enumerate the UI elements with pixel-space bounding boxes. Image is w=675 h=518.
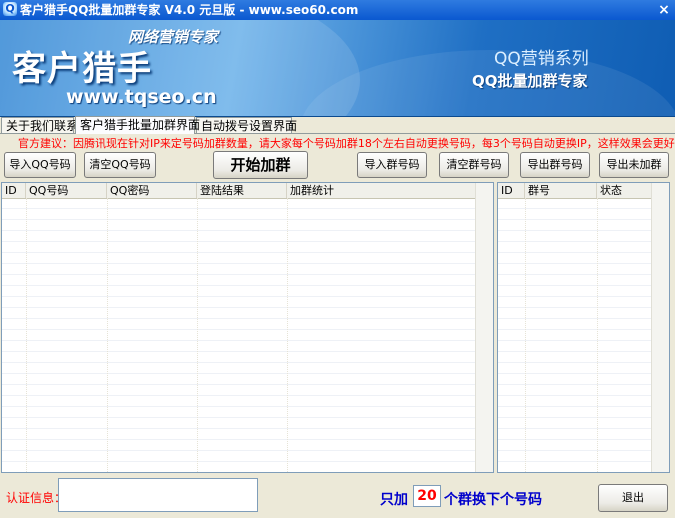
banner-subtitle: 网络营销专家 xyxy=(128,28,219,46)
close-icon[interactable]: × xyxy=(657,3,671,17)
group-table-rows xyxy=(498,198,669,472)
group-table[interactable]: ID 群号 状态 xyxy=(497,182,670,473)
group-table-scrollbar[interactable] xyxy=(651,183,669,472)
col-id[interactable]: ID xyxy=(2,183,26,198)
col-group-status[interactable]: 状态 xyxy=(597,183,653,198)
switch-suffix-label: 个群换下个号码 xyxy=(444,492,542,508)
qq-account-table[interactable]: ID QQ号码 QQ密码 登陆结果 加群统计 xyxy=(1,182,494,473)
export-unjoined-button[interactable]: 导出未加群 xyxy=(599,152,669,178)
tab-strip: 关于我们联系 客户猎手批量加群界面 自动拨号设置界面 xyxy=(0,116,675,134)
col-qq-number[interactable]: QQ号码 xyxy=(26,183,107,198)
col-group-id[interactable]: ID xyxy=(498,183,525,198)
import-qq-button[interactable]: 导入QQ号码 xyxy=(4,152,76,178)
clear-group-button[interactable]: 清空群号码 xyxy=(439,152,509,178)
qq-table-header: ID QQ号码 QQ密码 登陆结果 加群统计 xyxy=(2,183,493,199)
tab-about[interactable]: 关于我们联系 xyxy=(1,117,78,133)
official-advice: 官方建议：因腾讯现在针对IP来定号码加群数量，请大家每个号码加群18个左右自动更… xyxy=(18,137,675,150)
auth-info-input[interactable] xyxy=(58,478,258,512)
tab-batch-join[interactable]: 客户猎手批量加群界面 xyxy=(75,116,200,134)
batch-join-panel: 官方建议：因腾讯现在针对IP来定号码加群数量，请大家每个号码加群18个左右自动更… xyxy=(0,133,675,518)
col-divider xyxy=(597,198,598,472)
col-divider xyxy=(197,198,198,472)
col-qq-password[interactable]: QQ密码 xyxy=(107,183,197,198)
title-bar[interactable]: Q 客户猎手QQ批量加群专家 V4.0 元旦版 - www.seo60.com … xyxy=(0,0,675,21)
col-divider xyxy=(107,198,108,472)
banner-url: www.tqseo.cn xyxy=(66,86,217,108)
start-join-button[interactable]: 开始加群 xyxy=(213,151,308,179)
window-title: 客户猎手QQ批量加群专家 V4.0 元旦版 - www.seo60.com xyxy=(20,3,359,17)
import-group-button[interactable]: 导入群号码 xyxy=(357,152,427,178)
app-icon: Q xyxy=(3,2,17,16)
banner: 网络营销专家 客户猎手 www.tqseo.cn QQ营销系列 QQ批量加群专家 xyxy=(0,20,675,117)
exit-button[interactable]: 退出 xyxy=(598,484,668,512)
main-window: Q 客户猎手QQ批量加群专家 V4.0 元旦版 - www.seo60.com … xyxy=(0,0,675,518)
group-table-header: ID 群号 状态 xyxy=(498,183,669,199)
col-divider xyxy=(26,198,27,472)
auth-label: 认证信息： xyxy=(6,491,67,505)
banner-brand: 客户猎手 xyxy=(12,49,152,89)
export-group-button[interactable]: 导出群号码 xyxy=(520,152,590,178)
banner-series: QQ营销系列 xyxy=(494,49,589,69)
col-join-stats[interactable]: 加群统计 xyxy=(287,183,477,198)
banner-product: QQ批量加群专家 xyxy=(472,72,588,90)
tab-dialup-settings[interactable]: 自动拨号设置界面 xyxy=(196,117,297,133)
groups-per-account-input[interactable]: 20 xyxy=(413,485,441,507)
switch-prefix-label: 只加 xyxy=(380,492,408,508)
col-login-result[interactable]: 登陆结果 xyxy=(197,183,287,198)
col-divider xyxy=(525,198,526,472)
col-group-number[interactable]: 群号 xyxy=(525,183,597,198)
col-divider xyxy=(287,198,288,472)
qq-table-rows xyxy=(2,198,493,472)
qq-table-scrollbar[interactable] xyxy=(475,183,493,472)
clear-qq-button[interactable]: 清空QQ号码 xyxy=(84,152,156,178)
